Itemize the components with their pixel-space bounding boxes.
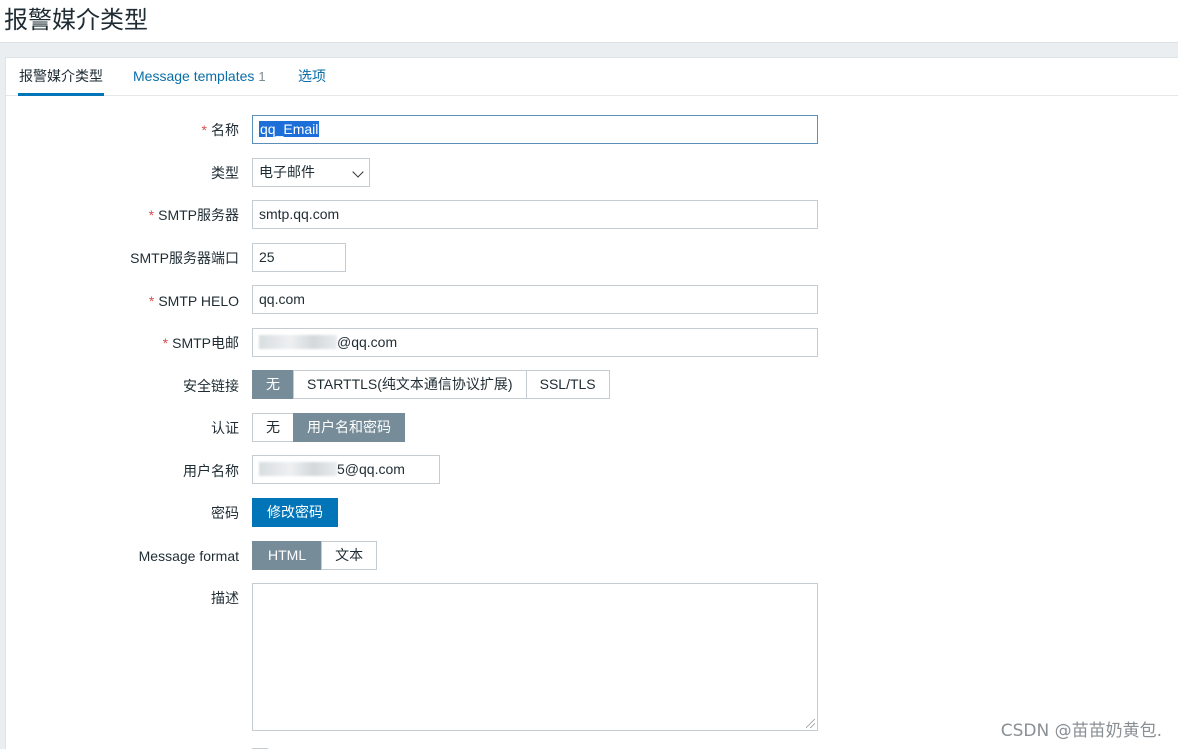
form-panel: 报警媒介类型 Message templates 1 选项 * 名称 qq_Emai… bbox=[5, 57, 1178, 749]
smtp-server-input[interactable]: smtp.qq.com bbox=[252, 200, 818, 229]
tab-options-label: 选项 bbox=[298, 68, 326, 84]
username-domain: 5@qq.com bbox=[337, 461, 405, 477]
message-format-label: Message format bbox=[138, 548, 239, 564]
smtp-helo-label: * SMTP HELO bbox=[148, 293, 239, 309]
required-mark: * bbox=[148, 207, 155, 223]
message-format-option-html[interactable]: HTML bbox=[252, 541, 323, 570]
description-label: 描述 bbox=[211, 590, 239, 606]
resize-handle-icon[interactable] bbox=[806, 719, 815, 728]
type-label: 类型 bbox=[211, 165, 239, 181]
message-format-option-text[interactable]: 文本 bbox=[321, 541, 378, 570]
auth-option-none[interactable]: 无 bbox=[252, 413, 294, 442]
chevron-down-icon bbox=[352, 166, 364, 178]
required-mark: * bbox=[148, 293, 155, 309]
smtp-email-label: * SMTP电邮 bbox=[162, 335, 239, 351]
name-input[interactable]: qq_Email bbox=[252, 115, 818, 144]
auth-label: 认证 bbox=[211, 420, 239, 436]
smtp-port-value: 25 bbox=[259, 249, 275, 265]
security-option-none[interactable]: 无 bbox=[252, 370, 294, 399]
security-option-ssl-tls[interactable]: SSL/TLS bbox=[525, 370, 610, 399]
password-label: 密码 bbox=[211, 505, 239, 521]
username-label: 用户名称 bbox=[183, 463, 239, 479]
smtp-port-input[interactable]: 25 bbox=[252, 243, 346, 272]
tab-media-type-label: 报警媒介类型 bbox=[19, 68, 103, 84]
security-toggle: 无 STARTTLS(纯文本通信协议扩展) SSL/TLS bbox=[252, 370, 610, 399]
tab-media-type[interactable]: 报警媒介类型 bbox=[18, 58, 104, 96]
username-input[interactable]: 5@qq.com bbox=[252, 455, 440, 484]
tab-bar: 报警媒介类型 Message templates 1 选项 bbox=[6, 58, 1178, 96]
name-input-value: qq_Email bbox=[259, 121, 320, 137]
page-title: 报警媒介类型 bbox=[4, 6, 148, 34]
change-password-button[interactable]: 修改密码 bbox=[252, 498, 338, 527]
smtp-helo-value: qq.com bbox=[259, 291, 305, 307]
required-mark: * bbox=[162, 335, 169, 351]
smtp-email-domain: @qq.com bbox=[337, 334, 398, 350]
type-select[interactable]: 电子邮件 bbox=[252, 158, 370, 187]
smtp-helo-input[interactable]: qq.com bbox=[252, 285, 818, 314]
smtp-port-label: SMTP服务器端口 bbox=[130, 250, 239, 266]
tab-options[interactable]: 选项 bbox=[298, 58, 326, 96]
name-label: * 名称 bbox=[201, 122, 239, 138]
redacted-blur bbox=[259, 335, 337, 349]
redacted-blur bbox=[259, 462, 337, 476]
security-label: 安全链接 bbox=[183, 378, 239, 394]
smtp-server-label: * SMTP服务器 bbox=[148, 207, 239, 223]
required-mark: * bbox=[201, 122, 207, 138]
tab-message-templates-label: Message templates bbox=[133, 68, 255, 84]
security-option-starttls[interactable]: STARTTLS(纯文本通信协议扩展) bbox=[293, 370, 527, 399]
page-header: 报警媒介类型 bbox=[0, 0, 1178, 43]
watermark: CSDN @苗苗奶黄包. bbox=[1000, 721, 1162, 741]
auth-toggle: 无 用户名和密码 bbox=[252, 413, 405, 442]
tab-message-templates[interactable]: Message templates 1 bbox=[133, 58, 266, 96]
smtp-server-value: smtp.qq.com bbox=[259, 206, 340, 222]
description-textarea[interactable] bbox=[252, 583, 818, 731]
message-templates-count: 1 bbox=[258, 69, 266, 84]
type-select-value: 电子邮件 bbox=[259, 164, 315, 180]
auth-option-username-password[interactable]: 用户名和密码 bbox=[293, 413, 405, 442]
message-format-toggle: HTML 文本 bbox=[252, 541, 378, 570]
smtp-email-input[interactable]: @qq.com bbox=[252, 328, 818, 357]
